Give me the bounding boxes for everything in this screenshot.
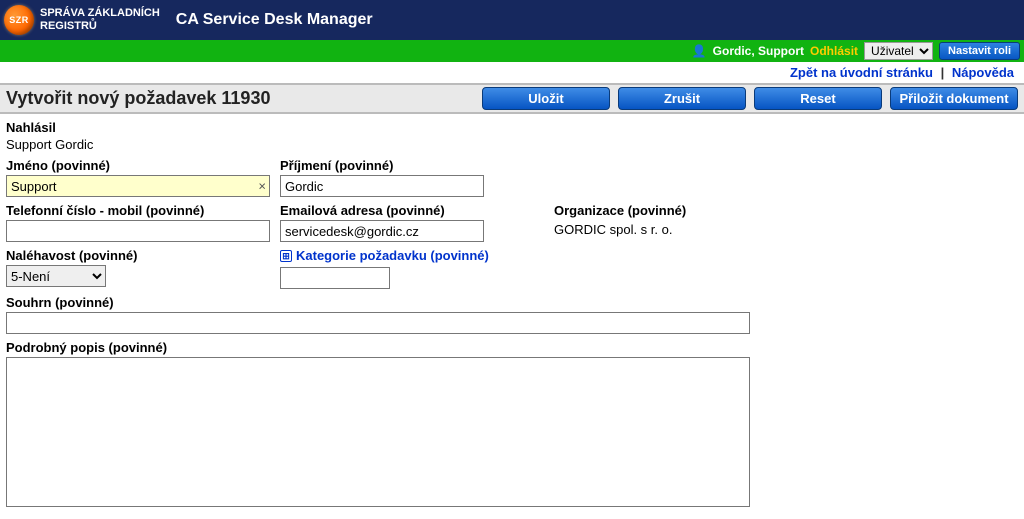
subnav-bar: Zpět na úvodní stránku | Nápověda: [0, 62, 1024, 83]
urgency-select[interactable]: 5-Není: [6, 265, 106, 287]
category-picker-icon: ⊞: [280, 250, 292, 262]
summary-field[interactable]: [6, 312, 750, 334]
agency-line2: REGISTRŮ: [40, 20, 160, 33]
current-user: Gordic, Support: [713, 44, 804, 58]
reported-by-value: Support Gordic: [6, 137, 1018, 152]
logout-link[interactable]: Odhlásit: [810, 44, 858, 58]
category-label: Kategorie požadavku (povinné): [296, 248, 489, 263]
email-label: Emailová adresa (povinné): [280, 203, 484, 218]
logo-abbrev: SZR: [9, 15, 29, 25]
phone-label: Telefonní číslo - mobil (povinné): [6, 203, 270, 218]
role-select[interactable]: Uživatel: [864, 42, 933, 60]
save-button[interactable]: Uložit: [482, 87, 610, 110]
app-logo-icon: SZR: [4, 5, 34, 35]
app-title: CA Service Desk Manager: [176, 11, 373, 29]
category-field[interactable]: [280, 267, 390, 289]
user-bar: 👤 Gordic, Support Odhlásit Uživatel Nast…: [0, 40, 1024, 62]
clear-input-icon[interactable]: ×: [258, 179, 266, 194]
set-role-button[interactable]: Nastavit roli: [939, 42, 1020, 60]
back-home-link[interactable]: Zpět na úvodní stránku: [790, 65, 933, 80]
urgency-label: Naléhavost (povinné): [6, 248, 270, 263]
phone-field[interactable]: [6, 220, 270, 242]
reset-button[interactable]: Reset: [754, 87, 882, 110]
reported-by-label: Nahlásil: [6, 120, 1018, 135]
agency-line1: SPRÁVA ZÁKLADNÍCH: [40, 7, 160, 20]
action-bar: Vytvořit nový požadavek 11930 Uložit Zru…: [0, 83, 1024, 114]
app-header: SZR SPRÁVA ZÁKLADNÍCH REGISTRŮ CA Servic…: [0, 0, 1024, 40]
request-form: Nahlásil Support Gordic Jméno (povinné) …: [0, 114, 1024, 507]
category-link[interactable]: ⊞ Kategorie požadavku (povinné): [280, 248, 540, 263]
last-name-field[interactable]: [280, 175, 484, 197]
last-name-label: Příjmení (povinné): [280, 158, 484, 173]
first-name-label: Jméno (povinné): [6, 158, 270, 173]
description-label: Podrobný popis (povinné): [6, 340, 1018, 355]
help-link[interactable]: Nápověda: [952, 65, 1014, 80]
first-name-field[interactable]: [6, 175, 270, 197]
org-value: GORDIC spol. s r. o.: [554, 220, 804, 239]
org-label: Organizace (povinné): [554, 203, 804, 218]
attach-document-button[interactable]: Přiložit dokument: [890, 87, 1018, 110]
user-icon: 👤: [692, 44, 707, 58]
agency-name: SPRÁVA ZÁKLADNÍCH REGISTRŮ: [40, 7, 160, 33]
separator: |: [941, 65, 945, 80]
summary-label: Souhrn (povinné): [6, 295, 1018, 310]
description-field[interactable]: [6, 357, 750, 507]
cancel-button[interactable]: Zrušit: [618, 87, 746, 110]
page-title: Vytvořit nový požadavek 11930: [6, 88, 270, 109]
email-field[interactable]: [280, 220, 484, 242]
